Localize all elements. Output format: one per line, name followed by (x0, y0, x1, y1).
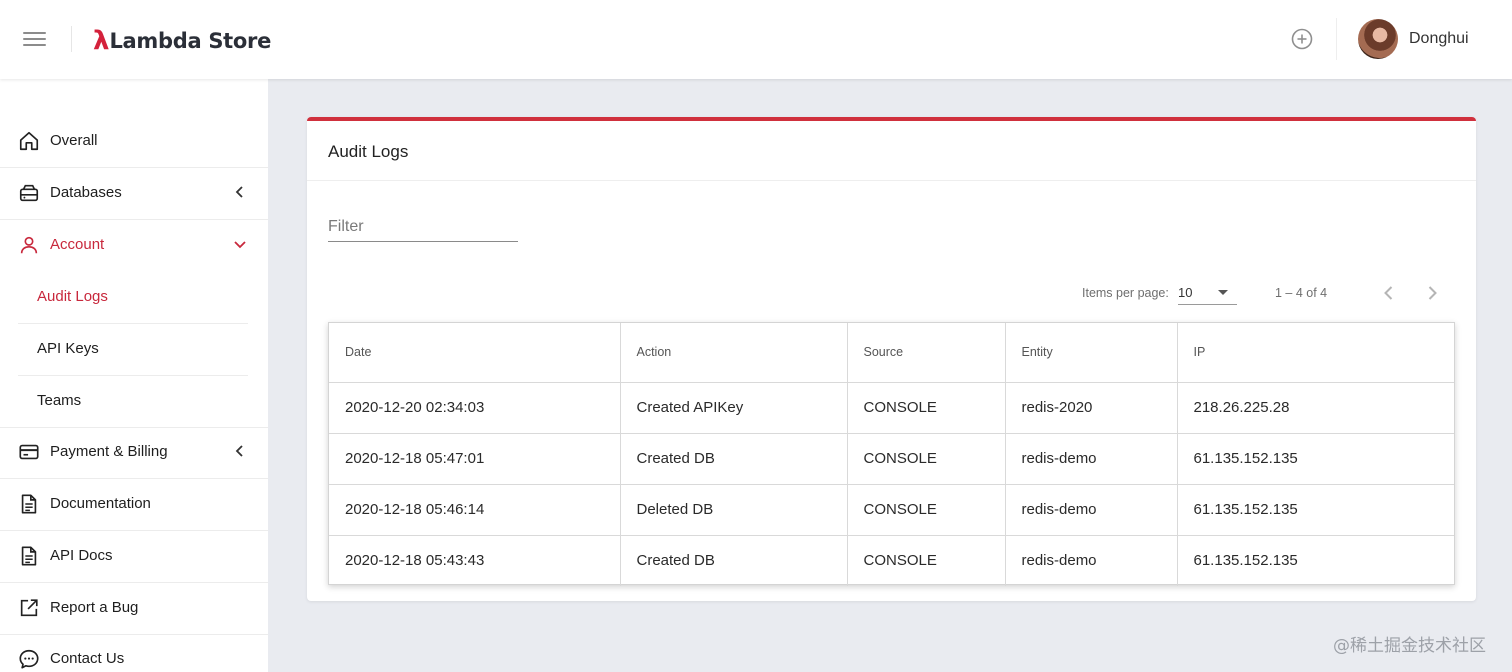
dropdown-caret-icon (1218, 290, 1228, 295)
filter-field[interactable] (328, 214, 518, 242)
top-bar: λ Lambda Store Donghui (0, 0, 1512, 79)
document-icon (21, 494, 37, 514)
sidebar-item-overall[interactable]: Overall (0, 116, 268, 168)
audit-logs-card: Audit Logs Items per page: 10 1 – 4 of 4… (307, 117, 1476, 601)
cell-action: Created DB (620, 535, 848, 586)
brand-name: Lambda Store (109, 28, 272, 53)
table-row: 2020-12-20 02:34:03 Created APIKey CONSO… (329, 382, 1454, 434)
cell-action: Created DB (620, 433, 848, 485)
cell-source: CONSOLE (847, 535, 1006, 586)
sidebar-item-label: Payment & Billing (50, 443, 168, 460)
sidebar-item-contact-us[interactable]: Contact Us (0, 634, 268, 672)
sidebar-item-report-bug[interactable]: Report a Bug (0, 583, 268, 635)
cell-date: 2020-12-18 05:46:14 (329, 484, 621, 536)
table-row: 2020-12-18 05:46:14 Deleted DB CONSOLE r… (329, 484, 1454, 536)
divider (307, 180, 1476, 181)
sidebar-item-label: Overall (50, 132, 98, 149)
person-icon (20, 236, 38, 254)
next-page-button[interactable] (1421, 282, 1443, 304)
chevron-right-icon (1428, 286, 1437, 300)
avatar[interactable] (1358, 19, 1398, 59)
sidebar-item-databases[interactable]: Databases (0, 168, 268, 220)
cell-ip: 61.135.152.135 (1177, 433, 1454, 485)
sidebar-item-label: Teams (37, 392, 82, 409)
document-icon (21, 546, 37, 566)
chevron-down-icon (234, 241, 246, 249)
column-header-ip[interactable]: IP (1177, 323, 1454, 383)
brand-logo[interactable]: λ Lambda Store (93, 27, 271, 55)
sidebar-item-label: Databases (50, 184, 122, 201)
sidebar-item-label: Contact Us (50, 650, 125, 667)
audit-log-table: Date Action Source Entity IP 2020-12-20 … (328, 322, 1455, 586)
divider (1336, 18, 1337, 60)
sidebar-item-label: Audit Logs (37, 288, 108, 305)
cell-entity: redis-2020 (1005, 382, 1178, 434)
column-header-source[interactable]: Source (847, 323, 1006, 383)
cell-entity: redis-demo (1005, 433, 1178, 485)
watermark: @稀土掘金技术社区 (1333, 636, 1486, 656)
cell-date: 2020-12-18 05:43:43 (329, 535, 621, 586)
menu-icon[interactable] (22, 28, 48, 50)
lambda-logo-mark: λ (93, 26, 109, 56)
column-header-entity[interactable]: Entity (1005, 323, 1178, 383)
sidebar-subitem-api-keys[interactable]: API Keys (18, 324, 248, 376)
cell-date: 2020-12-18 05:47:01 (329, 433, 621, 485)
home-icon (19, 131, 39, 151)
credit-card-icon (19, 444, 39, 460)
items-per-page-label: Items per page: (1082, 286, 1169, 300)
sidebar-subitem-audit-logs[interactable]: Audit Logs (18, 272, 248, 324)
cell-source: CONSOLE (847, 382, 1006, 434)
table-header-row: Date Action Source Entity IP (329, 323, 1454, 383)
table-row: 2020-12-18 05:47:01 Created DB CONSOLE r… (329, 433, 1454, 485)
cell-ip: 61.135.152.135 (1177, 484, 1454, 536)
sidebar-item-documentation[interactable]: Documentation (0, 479, 268, 531)
column-header-date[interactable]: Date (329, 323, 621, 383)
sidebar-item-account[interactable]: Account (0, 220, 268, 272)
sidebar-subitem-teams[interactable]: Teams (18, 376, 248, 428)
sidebar-item-label: Account (50, 236, 105, 253)
divider (71, 26, 72, 52)
cell-date: 2020-12-20 02:34:03 (329, 382, 621, 434)
cell-ip: 218.26.225.28 (1177, 382, 1454, 434)
page-range-label: 1 – 4 of 4 (1275, 286, 1328, 300)
cell-action: Deleted DB (620, 484, 848, 536)
previous-page-button[interactable] (1378, 282, 1400, 304)
page-size-select[interactable]: 10 (1178, 280, 1237, 305)
external-link-icon (20, 599, 38, 617)
sidebar-item-label: Report a Bug (50, 599, 139, 616)
add-circle-icon[interactable] (1290, 27, 1314, 51)
sidebar: Overall Databases Account Audit Logs API… (0, 79, 268, 672)
sidebar-item-label: API Docs (50, 547, 113, 564)
chat-bubble-icon (19, 649, 39, 669)
column-header-action[interactable]: Action (620, 323, 848, 383)
page-size-value: 10 (1178, 285, 1193, 300)
page-title: Audit Logs (328, 142, 409, 161)
cell-source: CONSOLE (847, 484, 1006, 536)
chevron-left-icon (235, 445, 243, 457)
cell-ip: 61.135.152.135 (1193, 552, 1298, 570)
chevron-left-icon (235, 186, 243, 198)
cell-entity: redis-demo (1005, 535, 1178, 586)
cell-action: Created APIKey (620, 382, 848, 434)
sidebar-item-payment-billing[interactable]: Payment & Billing (0, 427, 268, 479)
sidebar-item-api-docs[interactable]: API Docs (0, 531, 268, 583)
card-accent-bar (307, 117, 1476, 121)
cell-entity: redis-demo (1005, 484, 1178, 536)
database-icon (19, 184, 39, 202)
chevron-left-icon (1384, 286, 1393, 300)
sidebar-item-label: API Keys (37, 340, 99, 357)
sidebar-item-label: Documentation (50, 495, 151, 512)
cell-source: CONSOLE (847, 433, 1006, 485)
filter-input[interactable] (328, 214, 518, 236)
user-name[interactable]: Donghui (1409, 30, 1469, 48)
table-row: 2020-12-18 05:43:43 Created DB CONSOLE r… (329, 535, 1454, 586)
